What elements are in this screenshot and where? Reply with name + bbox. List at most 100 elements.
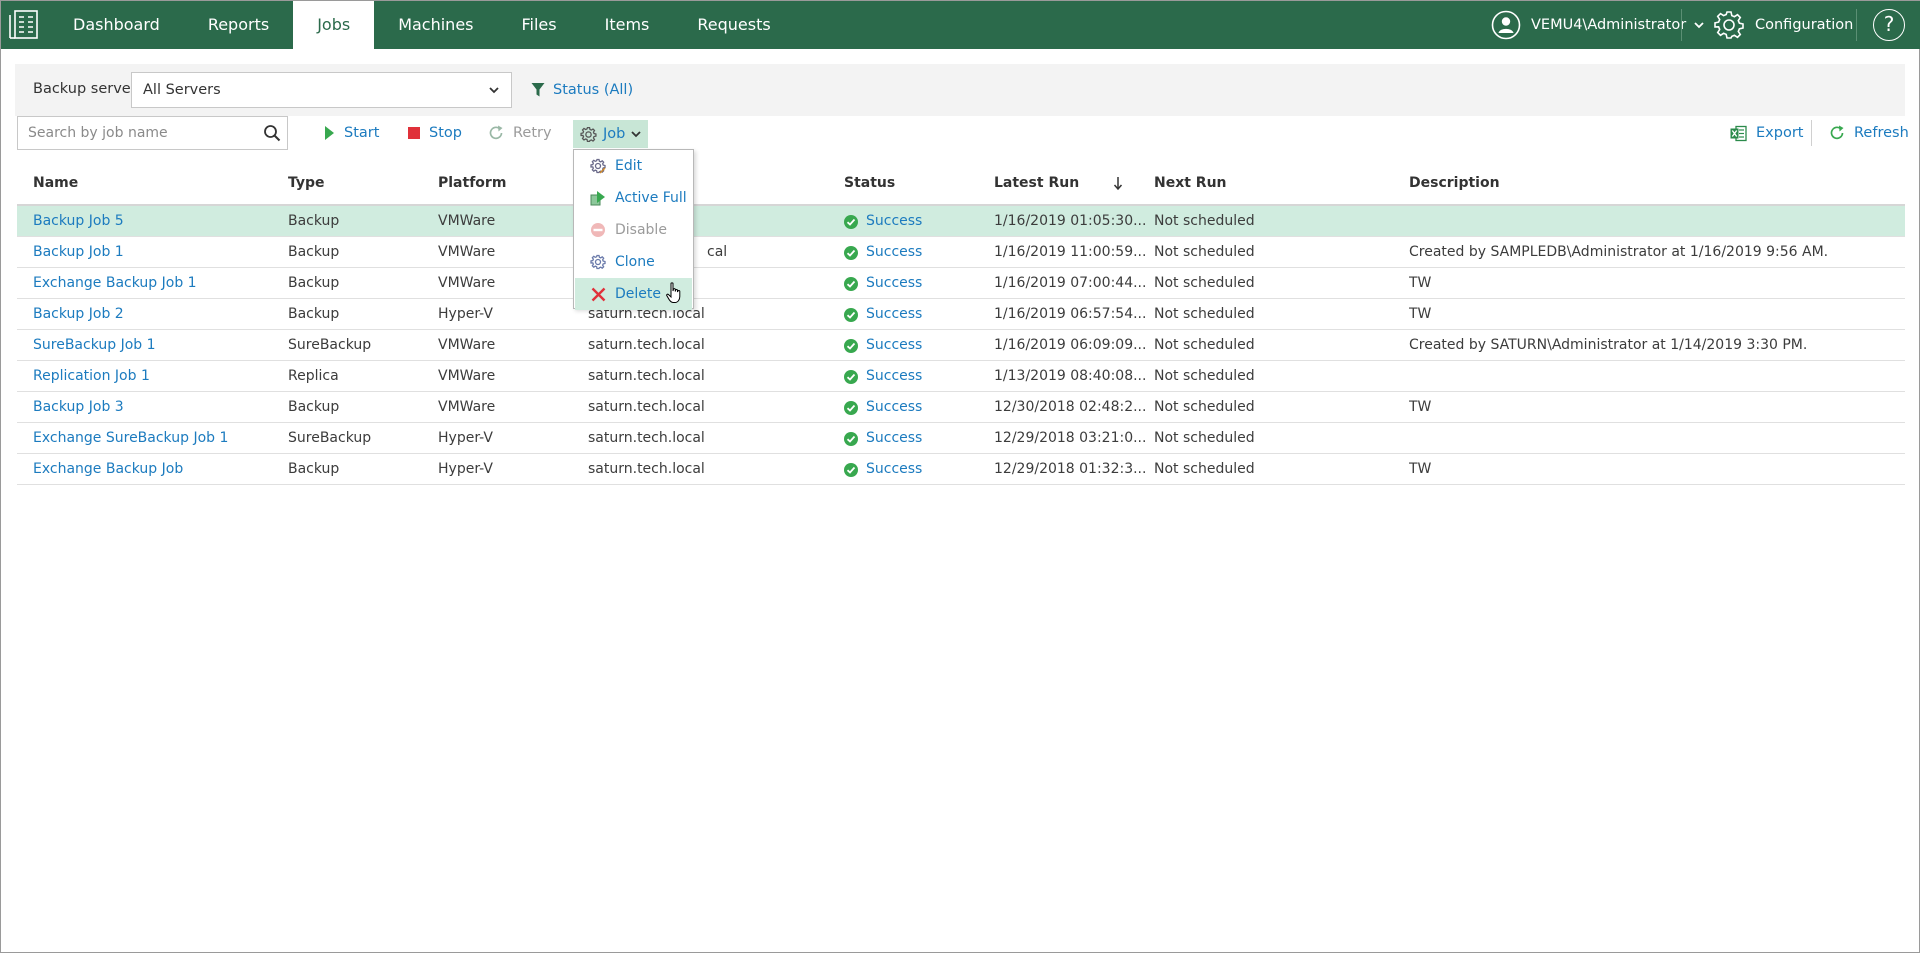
job-status[interactable]: Success — [844, 454, 922, 485]
backup-server-value: All Servers — [143, 82, 221, 98]
nav-tab-files[interactable]: Files — [498, 1, 581, 49]
column-header-next-run[interactable]: Next Run — [1154, 164, 1227, 202]
nav-divider — [1856, 9, 1857, 41]
delete-icon — [591, 287, 606, 301]
search-icon[interactable] — [263, 124, 281, 142]
job-status[interactable]: Success — [844, 268, 922, 299]
table-row[interactable]: Exchange Backup Job Backup Hyper-V satur… — [17, 454, 1905, 485]
job-status[interactable]: Success — [844, 423, 922, 454]
job-status[interactable]: Success — [844, 237, 922, 268]
table-row[interactable]: Exchange SureBackup Job 1 SureBackup Hyp… — [17, 423, 1905, 454]
job-name-link[interactable]: Replication Job 1 — [33, 361, 150, 392]
nav-tab-jobs[interactable]: Jobs — [293, 1, 375, 49]
nav-tab-dashboard[interactable]: Dashboard — [49, 1, 184, 49]
column-header-status[interactable]: Status — [844, 164, 895, 202]
job-status[interactable]: Success — [844, 330, 922, 361]
job-name-link[interactable]: Exchange SureBackup Job 1 — [33, 423, 228, 454]
job-platform: VMWare — [438, 244, 496, 260]
start-button[interactable]: Start — [324, 116, 379, 150]
job-latest-run: 12/29/2018 03:21:0... — [994, 430, 1147, 446]
backup-server-select[interactable]: All Servers — [131, 72, 512, 108]
column-header-platform[interactable]: Platform — [438, 164, 506, 202]
status-filter-button[interactable]: Status (All) — [531, 72, 633, 108]
menu-item-active-full[interactable]: Active Full — [574, 182, 693, 214]
configuration-button[interactable]: Configuration — [1713, 1, 1853, 49]
job-platform: VMWare — [438, 399, 496, 415]
refresh-button[interactable]: Refresh — [1829, 116, 1909, 150]
column-header-latest-run[interactable]: Latest Run — [994, 164, 1079, 202]
job-search-input[interactable]: Search by job name — [17, 116, 288, 150]
job-name-link[interactable]: SureBackup Job 1 — [33, 330, 156, 361]
job-description: TW — [1409, 275, 1432, 291]
chevron-down-icon — [1694, 22, 1704, 29]
filter-icon — [531, 83, 545, 97]
job-status[interactable]: Success — [844, 392, 922, 423]
job-name-link[interactable]: Backup Job 3 — [33, 392, 124, 423]
job-menu-button[interactable]: Job — [573, 120, 648, 148]
table-row[interactable]: Backup Job 2 Backup Hyper-V saturn.tech.… — [17, 299, 1905, 330]
menu-item-clone[interactable]: Clone — [574, 246, 693, 278]
nav-tab-machines[interactable]: Machines — [374, 1, 497, 49]
job-name-link[interactable]: Exchange Backup Job — [33, 454, 183, 485]
main-nav: Dashboard Reports Jobs Machines Files It… — [49, 1, 795, 49]
table-row[interactable]: Replication Job 1 Replica VMWare saturn.… — [17, 361, 1905, 392]
menu-item-edit[interactable]: Edit — [574, 150, 693, 182]
menu-item-label: Active Full — [615, 190, 687, 206]
job-menu-label: Job — [603, 126, 626, 142]
table-row[interactable]: Backup Job 3 Backup VMWare saturn.tech.l… — [17, 392, 1905, 423]
app-logo-icon[interactable] — [7, 8, 41, 42]
menu-item-label: Edit — [615, 158, 643, 174]
sort-descending-icon[interactable] — [1113, 164, 1123, 202]
job-name-link[interactable]: Backup Job 5 — [33, 206, 124, 237]
export-button[interactable]: Export — [1730, 116, 1803, 150]
success-check-icon — [844, 214, 858, 229]
filter-bar: Backup server: All Servers Status (All) — [15, 64, 1905, 116]
nav-tab-items[interactable]: Items — [581, 1, 674, 49]
job-next-run: Not scheduled — [1154, 430, 1255, 446]
chevron-down-icon — [631, 131, 641, 138]
job-next-run: Not scheduled — [1154, 306, 1255, 322]
job-name-link[interactable]: Backup Job 1 — [33, 237, 124, 268]
gear-edit-icon — [590, 158, 606, 174]
column-header-type[interactable]: Type — [288, 164, 325, 202]
job-type: Backup — [288, 213, 340, 229]
job-status[interactable]: Success — [844, 206, 922, 237]
table-row[interactable]: Exchange Backup Job 1 Backup VMWare Succ… — [17, 268, 1905, 299]
gear-icon — [1714, 11, 1744, 39]
table-row[interactable]: Backup Job 1 Backup VMWare cal Success 1… — [17, 237, 1905, 268]
success-check-icon — [844, 369, 858, 384]
job-status[interactable]: Success — [844, 361, 922, 392]
jobs-table-body: Backup Job 5 Backup VMWare Success 1/16/… — [17, 206, 1905, 485]
job-type: Backup — [288, 461, 340, 477]
menu-item-disable[interactable]: Disable — [574, 214, 693, 246]
job-name-link[interactable]: Exchange Backup Job 1 — [33, 268, 197, 299]
refresh-label: Refresh — [1854, 125, 1909, 141]
job-status-label: Success — [866, 368, 923, 384]
job-type: SureBackup — [288, 430, 372, 446]
retry-icon — [489, 125, 503, 140]
job-next-run: Not scheduled — [1154, 399, 1255, 415]
stop-button[interactable]: Stop — [408, 116, 462, 150]
success-check-icon — [844, 338, 858, 353]
stop-icon — [408, 127, 420, 139]
user-menu[interactable]: VEMU4\Administrator — [1491, 1, 1706, 49]
job-description: TW — [1409, 306, 1432, 322]
retry-label: Retry — [513, 125, 552, 141]
nav-tab-requests[interactable]: Requests — [673, 1, 794, 49]
toolbar-divider — [1811, 120, 1812, 146]
job-status[interactable]: Success — [844, 299, 922, 330]
table-row[interactable]: Backup Job 5 Backup VMWare Success 1/16/… — [17, 206, 1905, 237]
menu-item-label: Disable — [615, 222, 667, 238]
retry-button[interactable]: Retry — [488, 116, 552, 150]
job-name-link[interactable]: Backup Job 2 — [33, 299, 124, 330]
table-row[interactable]: SureBackup Job 1 SureBackup VMWare satur… — [17, 330, 1905, 361]
job-latest-run: 1/13/2019 08:40:08... — [994, 368, 1147, 384]
job-type: Replica — [288, 368, 339, 384]
job-server: saturn.tech.local — [588, 461, 705, 477]
job-platform: VMWare — [438, 368, 496, 384]
nav-tab-reports[interactable]: Reports — [184, 1, 293, 49]
column-header-name[interactable]: Name — [33, 164, 78, 202]
column-header-description[interactable]: Description — [1409, 164, 1500, 202]
help-button[interactable]: ? — [1873, 9, 1905, 41]
job-platform: VMWare — [438, 337, 496, 353]
